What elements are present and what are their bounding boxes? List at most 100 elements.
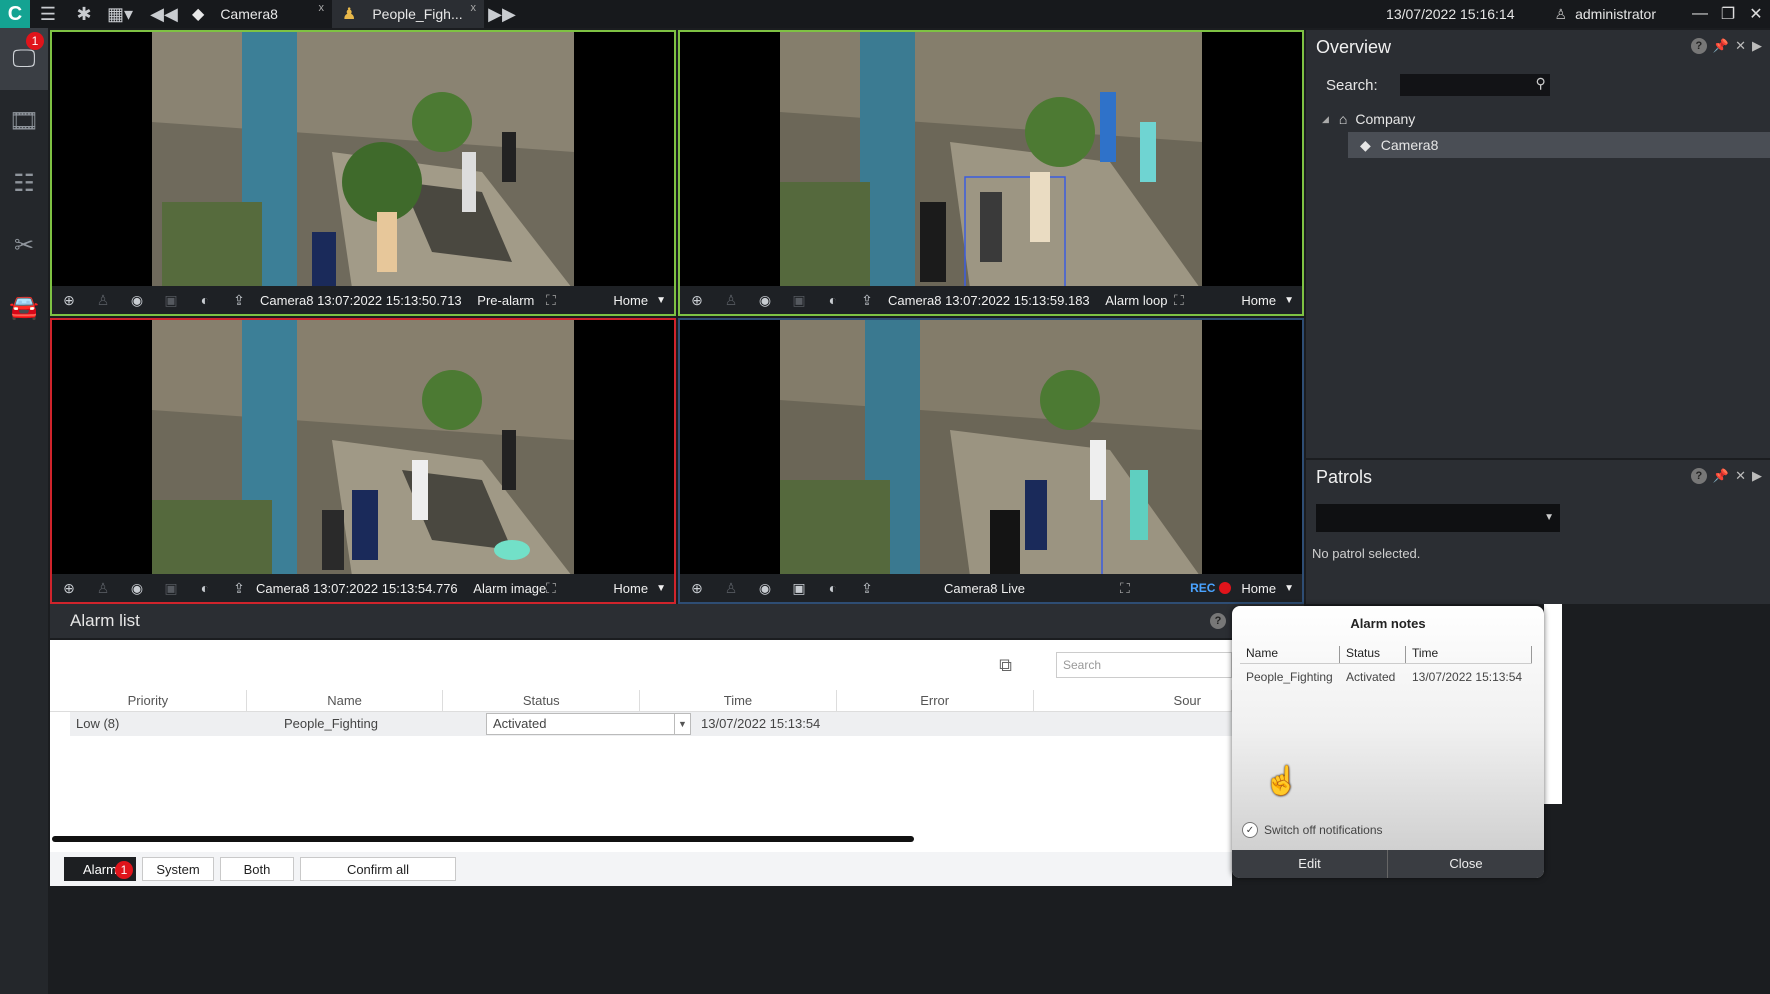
minimize-icon[interactable]: — <box>1686 5 1714 23</box>
collapse-icon[interactable]: ▶ <box>1752 38 1762 54</box>
help-icon[interactable]: ? <box>1690 468 1707 484</box>
column-name[interactable]: Name <box>247 690 444 711</box>
tree-item-camera8[interactable]: ◆ Camera8 <box>1348 132 1770 158</box>
tab-camera8[interactable]: ◆ Camera8 x <box>182 0 332 28</box>
sidebar-tools[interactable]: ✂ <box>0 214 48 276</box>
audio-icon[interactable]: ◐ <box>188 292 222 308</box>
search-input[interactable]: ⚲ <box>1399 74 1550 96</box>
home-preset-select[interactable]: Home ▼ <box>613 581 666 596</box>
car-icon: 🚘 <box>9 293 39 321</box>
sidebar-live-view[interactable]: 🖵 1 <box>0 28 48 90</box>
patrol-dropdown[interactable]: ▼ <box>1316 504 1560 532</box>
zoom-icon[interactable]: ⊕ <box>52 292 86 309</box>
rewind-icon[interactable]: ◀◀ <box>146 0 182 28</box>
hand-cursor-icon: ☝ <box>1264 765 1299 796</box>
alarm-search-input[interactable]: Search <box>1056 652 1232 678</box>
home-label: Home <box>613 580 649 596</box>
ptz-icon[interactable]: ♙ <box>714 292 748 309</box>
close-button[interactable]: Close <box>1388 850 1544 878</box>
both-filter-button[interactable]: Both <box>220 857 294 881</box>
close-tab-icon[interactable]: x <box>471 2 477 14</box>
ptz-icon[interactable]: ♙ <box>86 292 120 309</box>
cell-status: Activated <box>1346 670 1396 684</box>
status-select[interactable]: Activated ▼ <box>486 713 691 735</box>
close-window-icon[interactable]: ✕ <box>1742 4 1770 24</box>
sidebar-list[interactable]: ☷ <box>0 152 48 214</box>
zoom-icon[interactable]: ⊕ <box>680 580 714 597</box>
user-menu[interactable]: ♙ administrator <box>1555 6 1656 23</box>
camera-tag-icon: ◆ <box>192 6 205 23</box>
column-time[interactable]: Time <box>640 690 837 711</box>
export-icon[interactable]: ⇪ <box>850 580 884 597</box>
fullscreen-icon[interactable]: ⛶ <box>546 580 556 597</box>
eye-icon[interactable]: ◉ <box>120 292 154 309</box>
notes-row[interactable]: People_Fighting Activated 13/07/2022 15:… <box>1240 670 1540 684</box>
column-time[interactable]: Time <box>1406 646 1532 663</box>
export-icon[interactable]: ⇪ <box>850 292 884 309</box>
pin-icon[interactable]: 📌 <box>1713 468 1729 484</box>
copy-icon[interactable]: ⧉ <box>999 655 1012 676</box>
fullscreen-icon[interactable]: ⛶ <box>1174 292 1184 309</box>
table-row[interactable]: Low (8) People_Fighting Activated ▼ 13/0… <box>70 712 1232 736</box>
export-icon[interactable]: ⇪ <box>222 580 256 597</box>
help-icon[interactable]: ? <box>1690 38 1707 54</box>
video-tile-alarm-image[interactable]: ⊕ ♙ ◉ ▣ ◐ ⇪ Camera8 13:07:2022 15:13:54.… <box>50 318 676 604</box>
edit-button[interactable]: Edit <box>1232 850 1388 878</box>
column-name[interactable]: Name <box>1240 646 1340 663</box>
snapshot-icon[interactable]: ▣ <box>154 580 188 597</box>
tree-item-company[interactable]: ◢ ⌂ Company <box>1306 106 1770 132</box>
column-priority[interactable]: Priority <box>50 690 247 711</box>
expand-icon[interactable]: ◢ <box>1322 114 1329 125</box>
confirm-all-button[interactable]: Confirm all <box>300 857 456 881</box>
audio-icon[interactable]: ◐ <box>188 580 222 596</box>
column-error[interactable]: Error <box>837 690 1034 711</box>
search-icon[interactable]: ⚲ <box>1535 75 1545 92</box>
switch-off-notifications-toggle[interactable]: ✓ Switch off notifications <box>1242 822 1383 838</box>
video-tile-alarm-loop[interactable]: ⊕ ♙ ◉ ▣ ◐ ⇪ Camera8 13:07:2022 15:13:59.… <box>678 30 1304 316</box>
video-tile-pre-alarm[interactable]: ⊕ ♙ ◉ ▣ ◐ ⇪ Camera8 13:07:2022 15:13:50.… <box>50 30 676 316</box>
eye-icon[interactable]: ◉ <box>748 292 782 309</box>
close-panel-icon[interactable]: ✕ <box>1735 468 1746 484</box>
home-preset-select[interactable]: Home ▼ <box>613 293 666 308</box>
settings-sun-icon[interactable]: ✱ <box>66 0 102 28</box>
pin-icon[interactable]: 📌 <box>1713 38 1729 54</box>
sidebar-playback[interactable]: 🎞 <box>0 90 48 152</box>
tab-people-fighting[interactable]: ♟ People_Figh... x <box>332 0 484 28</box>
playback-icon[interactable]: ▣ <box>782 580 816 597</box>
export-icon[interactable]: ⇪ <box>222 292 256 309</box>
alarm-list-toolbar: ⧉ Search <box>999 652 1232 678</box>
fast-forward-icon[interactable]: ▶▶ <box>484 0 520 28</box>
eye-icon[interactable]: ◉ <box>120 580 154 597</box>
horizontal-scrollbar[interactable] <box>52 836 914 842</box>
zoom-icon[interactable]: ⊕ <box>52 580 86 597</box>
cell-priority: Low (8) <box>76 716 120 731</box>
ptz-icon[interactable]: ♙ <box>714 580 748 597</box>
home-preset-select[interactable]: REC Home ▼ <box>1190 581 1294 596</box>
audio-icon[interactable]: ◐ <box>816 292 850 308</box>
alarm-filter-button[interactable]: Alarm 1 <box>64 857 136 881</box>
collapse-icon[interactable]: ▶ <box>1752 468 1762 484</box>
fullscreen-icon[interactable]: ⛶ <box>1120 580 1130 597</box>
fullscreen-icon[interactable]: ⛶ <box>546 292 556 309</box>
home-preset-select[interactable]: Home ▼ <box>1241 293 1294 308</box>
checkbox-icon[interactable]: ✓ <box>1242 822 1258 838</box>
ptz-icon[interactable]: ♙ <box>86 580 120 597</box>
zoom-icon[interactable]: ⊕ <box>680 292 714 309</box>
column-source[interactable]: Sour <box>1034 690 1232 711</box>
snapshot-icon[interactable]: ▣ <box>782 292 816 309</box>
video-tile-live[interactable]: ⊕ ♙ ◉ ▣ ◐ ⇪ Camera8 Live ⛶ REC Home ▼ <box>678 318 1304 604</box>
maximize-icon[interactable]: ❐ <box>1714 4 1742 24</box>
eye-icon[interactable]: ◉ <box>748 580 782 597</box>
tab-label: Camera8 <box>220 6 278 22</box>
snapshot-icon[interactable]: ▣ <box>154 292 188 309</box>
column-status[interactable]: Status <box>443 690 641 711</box>
hamburger-menu-icon[interactable]: ☰ <box>30 0 66 28</box>
layout-grid-icon[interactable]: ▦▾ <box>102 0 138 28</box>
sidebar-vehicle[interactable]: 🚘 <box>0 276 48 338</box>
system-filter-button[interactable]: System <box>142 857 214 881</box>
help-icon[interactable]: ? <box>1210 613 1226 629</box>
audio-icon[interactable]: ◐ <box>816 580 850 596</box>
close-tab-icon[interactable]: x <box>319 2 325 14</box>
close-panel-icon[interactable]: ✕ <box>1735 38 1746 54</box>
column-status[interactable]: Status <box>1340 646 1406 663</box>
